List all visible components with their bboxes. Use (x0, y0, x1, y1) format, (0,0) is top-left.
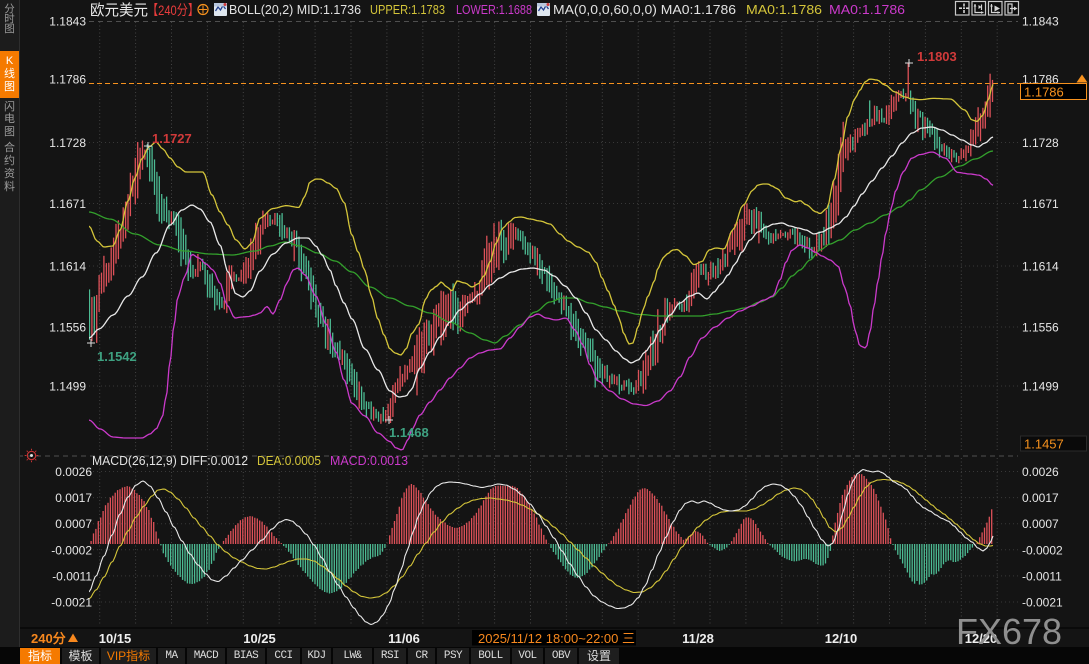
svg-text:2025/11/12 18:00~22:00 三: 2025/11/12 18:00~22:00 三 (478, 631, 635, 646)
svg-text:0.0026: 0.0026 (1022, 465, 1059, 479)
svg-text:0.0007: 0.0007 (55, 517, 92, 531)
svg-text:欧元美元: 欧元美元 (90, 2, 148, 19)
svg-text:1.1843: 1.1843 (49, 15, 86, 29)
svg-text:1.1614: 1.1614 (1022, 260, 1059, 274)
svg-text:DEA:0.0005: DEA:0.0005 (257, 453, 321, 468)
svg-text:1.1556: 1.1556 (49, 321, 86, 335)
svg-text:11/28: 11/28 (682, 631, 714, 646)
svg-text:1.1499: 1.1499 (49, 380, 86, 394)
svg-text:MA(0,0,0,60,0,0) MA0:1.1786: MA(0,0,0,60,0,0) MA0:1.1786 (553, 2, 736, 17)
svg-text:1.1728: 1.1728 (1022, 136, 1059, 150)
svg-text:-0.0021: -0.0021 (1022, 596, 1063, 610)
svg-text:MA0:1.1786: MA0:1.1786 (746, 2, 822, 17)
svg-text:1.1786: 1.1786 (1024, 85, 1064, 100)
svg-text:10/15: 10/15 (99, 631, 132, 646)
svg-text:MACD(26,12,9) DIFF:0.0012: MACD(26,12,9) DIFF:0.0012 (92, 453, 248, 468)
svg-text:1.1457: 1.1457 (1024, 437, 1064, 452)
svg-text:1.1843: 1.1843 (1022, 15, 1059, 29)
svg-text:-0.0011: -0.0011 (52, 569, 92, 583)
svg-text:240分: 240分 (31, 631, 66, 646)
svg-text:-0.0002: -0.0002 (1022, 543, 1063, 557)
svg-text:【240分】: 【240分】 (147, 2, 199, 18)
svg-text:1.1671: 1.1671 (1022, 197, 1059, 211)
svg-text:1.1727: 1.1727 (152, 131, 192, 146)
svg-text:1.1671: 1.1671 (49, 197, 86, 211)
svg-text:11/06: 11/06 (388, 631, 420, 646)
svg-text:1.1614: 1.1614 (49, 260, 86, 274)
svg-text:BOLL(20,2) MID:1.1736: BOLL(20,2) MID:1.1736 (229, 2, 361, 17)
svg-text:1.1542: 1.1542 (97, 349, 137, 364)
svg-text:1.1803: 1.1803 (917, 49, 957, 64)
svg-text:12/10: 12/10 (825, 631, 858, 646)
svg-text:1.1786: 1.1786 (49, 73, 86, 87)
svg-text:FX678: FX678 (956, 611, 1062, 652)
svg-text:0.0017: 0.0017 (1022, 491, 1059, 505)
svg-text:-0.0011: -0.0011 (1022, 569, 1062, 583)
svg-text:0.0026: 0.0026 (55, 465, 92, 479)
svg-text:-0.0002: -0.0002 (51, 543, 92, 557)
svg-text:1.1728: 1.1728 (49, 136, 86, 150)
svg-text:MACD:0.0013: MACD:0.0013 (330, 453, 408, 468)
svg-text:UPPER:1.1783: UPPER:1.1783 (370, 2, 445, 17)
svg-text:0.0007: 0.0007 (1022, 517, 1059, 531)
svg-text:-0.0021: -0.0021 (51, 596, 92, 610)
svg-text:1.1556: 1.1556 (1022, 321, 1059, 335)
svg-text:1.1499: 1.1499 (1022, 380, 1059, 394)
svg-text:LOWER:1.1688: LOWER:1.1688 (456, 2, 532, 17)
svg-text:10/25: 10/25 (243, 631, 276, 646)
svg-text:0.0017: 0.0017 (55, 491, 92, 505)
svg-text:1.1468: 1.1468 (389, 425, 429, 440)
svg-text:MA0:1.1786: MA0:1.1786 (829, 2, 905, 17)
